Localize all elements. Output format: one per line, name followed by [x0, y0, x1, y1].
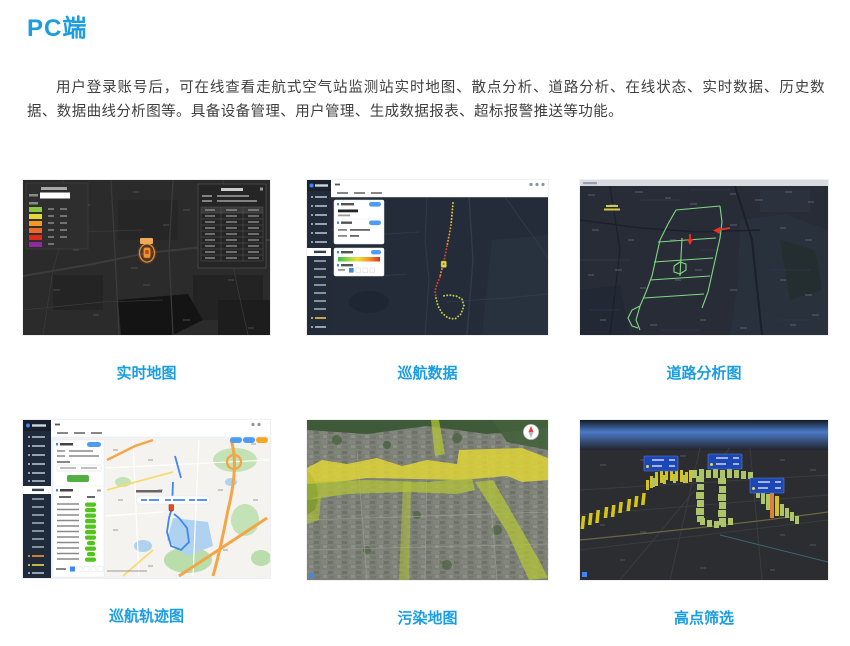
cruise-track-thumbnail — [23, 420, 270, 578]
style-toggle-button[interactable] — [371, 250, 381, 254]
aqi-legend-panel — [26, 183, 88, 249]
figure-pollution-map: 污染地图 — [307, 420, 548, 628]
intro-paragraph: 用户登录账号后，可在线查看走航式空气站监测站实时地图、散点分析、道路分析、在线状… — [27, 76, 825, 124]
panel-close-icon[interactable] — [260, 188, 263, 191]
top-header — [51, 420, 270, 437]
map-control-icon[interactable] — [582, 572, 587, 577]
app-logo — [310, 184, 314, 188]
map-attribution — [107, 570, 147, 572]
device-select-card — [334, 200, 384, 244]
document-page: PC端 用户登录账号后，可在线查看走航式空气站监测站实时地图、散点分析、道路分析… — [0, 0, 850, 646]
figure-realtime-map: 实时地图 — [23, 180, 270, 383]
vehicle-marker[interactable] — [169, 504, 174, 511]
horizon-sky — [580, 420, 828, 450]
device-select-button[interactable] — [87, 442, 101, 447]
high-point-thumbnail — [580, 420, 828, 580]
realtime-map-thumbnail — [23, 180, 270, 335]
sidebar — [23, 420, 51, 578]
light-map — [105, 437, 270, 576]
map-control-icon[interactable] — [309, 573, 314, 578]
pollution-map-thumbnail — [307, 420, 548, 580]
header-icon-2[interactable] — [535, 183, 538, 186]
road-analysis-thumbnail — [580, 180, 828, 335]
figure-cruise-track: 巡航轨迹图 — [23, 420, 270, 626]
compass-icon[interactable] — [524, 425, 539, 440]
caption-cruise-data: 巡航数据 — [307, 362, 548, 383]
orange-bar — [770, 492, 774, 518]
browser-strip — [580, 180, 828, 186]
water-patch — [349, 291, 389, 313]
caption-pollution-map: 污染地图 — [307, 607, 548, 628]
query-panel — [53, 440, 104, 577]
map-action-buttons[interactable] — [230, 437, 268, 443]
caption-cruise-track: 巡航轨迹图 — [23, 605, 270, 626]
map-district — [482, 235, 548, 335]
figure-road-analysis: 道路分析图 — [580, 180, 828, 383]
query-button[interactable] — [67, 475, 89, 482]
pollution-gradient-bar — [338, 257, 380, 262]
user-avatar-icon[interactable] — [541, 183, 544, 186]
user-avatar-icon[interactable] — [257, 423, 260, 426]
header-icon-1[interactable] — [529, 183, 532, 186]
sidebar — [307, 180, 331, 335]
page-title: PC端 — [27, 8, 87, 43]
render-style-card — [334, 248, 384, 276]
legend-input[interactable] — [40, 193, 70, 199]
caption-realtime-map: 实时地图 — [23, 362, 270, 383]
select-device-button[interactable] — [369, 202, 381, 207]
satellite-city-texture — [307, 420, 548, 580]
figure-high-point: 高点筛选 — [580, 420, 828, 628]
cruise-data-thumbnail — [307, 180, 548, 335]
top-header — [331, 180, 548, 197]
caption-high-point: 高点筛选 — [580, 607, 828, 628]
select-time-button[interactable] — [369, 221, 381, 226]
caption-road-analysis: 道路分析图 — [580, 362, 828, 383]
header-icon[interactable] — [251, 423, 254, 426]
app-logo — [26, 424, 30, 428]
figure-cruise-data: 巡航数据 — [307, 180, 548, 383]
track-vehicle-marker[interactable] — [441, 261, 447, 268]
station-data-panel — [198, 184, 266, 268]
